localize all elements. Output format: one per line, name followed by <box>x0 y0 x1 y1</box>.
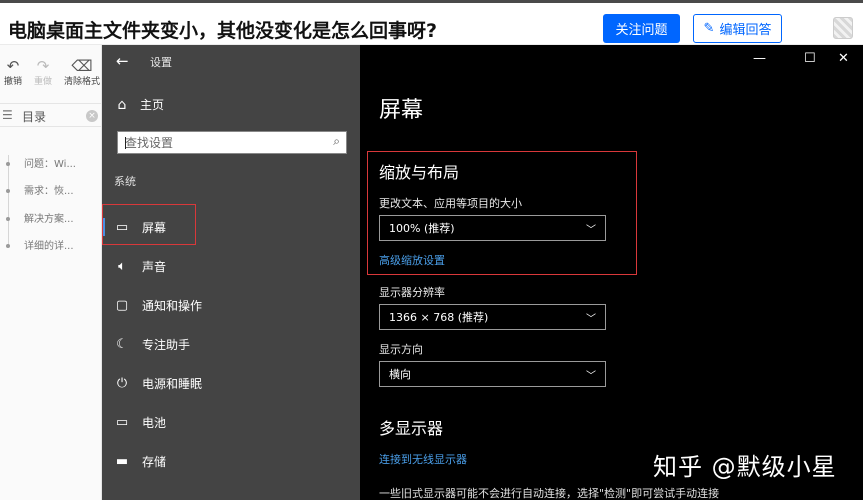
follow-question-button[interactable]: 关注问题 <box>603 14 680 43</box>
scale-heading: 缩放与布局 <box>379 163 460 182</box>
toc-item[interactable]: 问题：Wi... <box>6 155 76 170</box>
minimize-icon[interactable]: — <box>753 51 766 66</box>
nav-section-label: 系统 <box>114 175 136 188</box>
window-title: 设置 <box>150 56 172 69</box>
wireless-display-link[interactable]: 连接到无线显示器 <box>379 451 467 467</box>
advanced-scaling-link[interactable]: 高级缩放设置 <box>379 252 445 268</box>
orientation-label: 显示方向 <box>379 343 423 356</box>
highlight-box <box>102 204 196 245</box>
multi-display-description: 一些旧式显示器可能不会进行自动连接，选择"检测"即可尝试手动连接 <box>379 487 720 500</box>
eraser-icon: ⌫ <box>71 57 93 75</box>
toc-header: ☰ 目录 × <box>0 103 102 127</box>
toc-label: 目录 <box>22 110 47 124</box>
screenshot-root: 电脑桌面主文件夹变小，其他没变化是怎么回事呀? 关注问题 ✎ 编辑回答 ↶ 撤销… <box>0 0 863 500</box>
scale-label: 更改文本、应用等项目的大小 <box>379 197 522 210</box>
nav-item-label: 存储 <box>142 454 167 469</box>
pencil-icon: ✎ <box>703 21 715 36</box>
nav-home[interactable]: ⌂ 主页 <box>114 96 164 113</box>
page-title: 屏幕 <box>379 98 424 123</box>
resolution-dropdown[interactable]: 1366 × 768 (推荐) ﹀ <box>379 304 606 330</box>
scale-dropdown[interactable]: 100% (推荐) ﹀ <box>379 215 606 241</box>
redo-button[interactable]: ↷ 重做 <box>26 58 60 87</box>
toc-item[interactable]: 需求：恢... <box>6 182 74 197</box>
undo-label: 撤销 <box>3 77 22 87</box>
nav-item-label: 通知和操作 <box>142 298 203 313</box>
settings-content: — ☐ ✕ 屏幕 缩放与布局 更改文本、应用等项目的大小 100% (推荐) ﹀… <box>360 45 863 500</box>
chevron-down-icon: ﹀ <box>586 370 596 382</box>
text-caret <box>125 137 126 149</box>
speaker-icon: 🔈︎ <box>118 258 126 274</box>
search-input[interactable] <box>118 132 318 154</box>
nav-item-label: 电池 <box>142 415 167 430</box>
clear-format-button[interactable]: ⌫ 清除格式 <box>60 58 104 87</box>
moon-icon: ☾ <box>116 336 128 352</box>
settings-sidebar: ← 设置 ⌂ 主页 ⌕ 系统 ▭ 屏幕 🔈︎ 声音 ▢ 通知和操作 ☾ 专注助 <box>102 45 360 500</box>
notification-icon: ▢ <box>115 297 129 313</box>
power-icon: ⏻ <box>116 375 128 391</box>
multi-display-heading: 多显示器 <box>379 419 444 438</box>
scale-value: 100% (推荐) <box>389 222 455 235</box>
nav-item-battery[interactable]: ▭ 电池 <box>102 407 360 437</box>
settings-search[interactable]: ⌕ <box>117 131 347 154</box>
resolution-value: 1366 × 768 (推荐) <box>389 311 489 324</box>
resolution-label: 显示器分辨率 <box>379 286 445 299</box>
orientation-value: 横向 <box>389 368 411 381</box>
nav-item-focus-assist[interactable]: ☾ 专注助手 <box>102 329 360 359</box>
editor-toolbar: ↶ 撤销 ↷ 重做 ⌫ 清除格式 ☰ 目录 × 问题：Wi... 需求：恢...… <box>0 45 102 500</box>
orientation-dropdown[interactable]: 横向 ﹀ <box>379 361 606 387</box>
edit-answer-label: 编辑回答 <box>719 23 772 38</box>
toc-list-icon: ☰ <box>2 108 13 122</box>
redo-icon: ↷ <box>36 57 50 75</box>
maximize-icon[interactable]: ☐ <box>804 51 816 66</box>
clear-format-label: 清除格式 <box>63 77 100 87</box>
nav-item-label: 专注助手 <box>142 337 191 352</box>
nav-item-power[interactable]: ⏻ 电源和睡眠 <box>102 368 360 398</box>
zhihu-watermark: 知乎 @默级小星 <box>653 453 837 481</box>
chevron-down-icon: ﹀ <box>586 313 596 325</box>
question-title: 电脑桌面主文件夹变小，其他没变化是怎么回事呀? <box>8 20 438 42</box>
avatar[interactable] <box>833 17 853 39</box>
chevron-down-icon: ﹀ <box>586 224 596 236</box>
back-arrow-icon[interactable]: ← <box>116 52 129 70</box>
close-icon[interactable]: ✕ <box>838 51 849 66</box>
nav-item-sound[interactable]: 🔈︎ 声音 <box>102 251 360 281</box>
zhihu-header: 电脑桌面主文件夹变小，其他没变化是怎么回事呀? 关注问题 ✎ 编辑回答 <box>0 0 863 45</box>
redo-label: 重做 <box>33 77 52 87</box>
storage-icon: ▬ <box>115 453 129 469</box>
battery-icon: ▭ <box>115 414 129 430</box>
edit-answer-button[interactable]: ✎ 编辑回答 <box>693 14 782 43</box>
nav-item-notifications[interactable]: ▢ 通知和操作 <box>102 290 360 320</box>
search-icon[interactable]: ⌕ <box>333 134 340 149</box>
nav-item-storage[interactable]: ▬ 存储 <box>102 446 360 476</box>
nav-home-label: 主页 <box>140 98 165 112</box>
nav-item-label: 声音 <box>142 259 167 274</box>
toc-close-icon[interactable]: × <box>86 110 98 122</box>
toc-item[interactable]: 详细的详... <box>6 237 74 252</box>
home-icon: ⌂ <box>117 96 127 113</box>
toc-item[interactable]: 解决方案... <box>6 210 74 225</box>
nav-item-label: 电源和睡眠 <box>142 376 203 391</box>
